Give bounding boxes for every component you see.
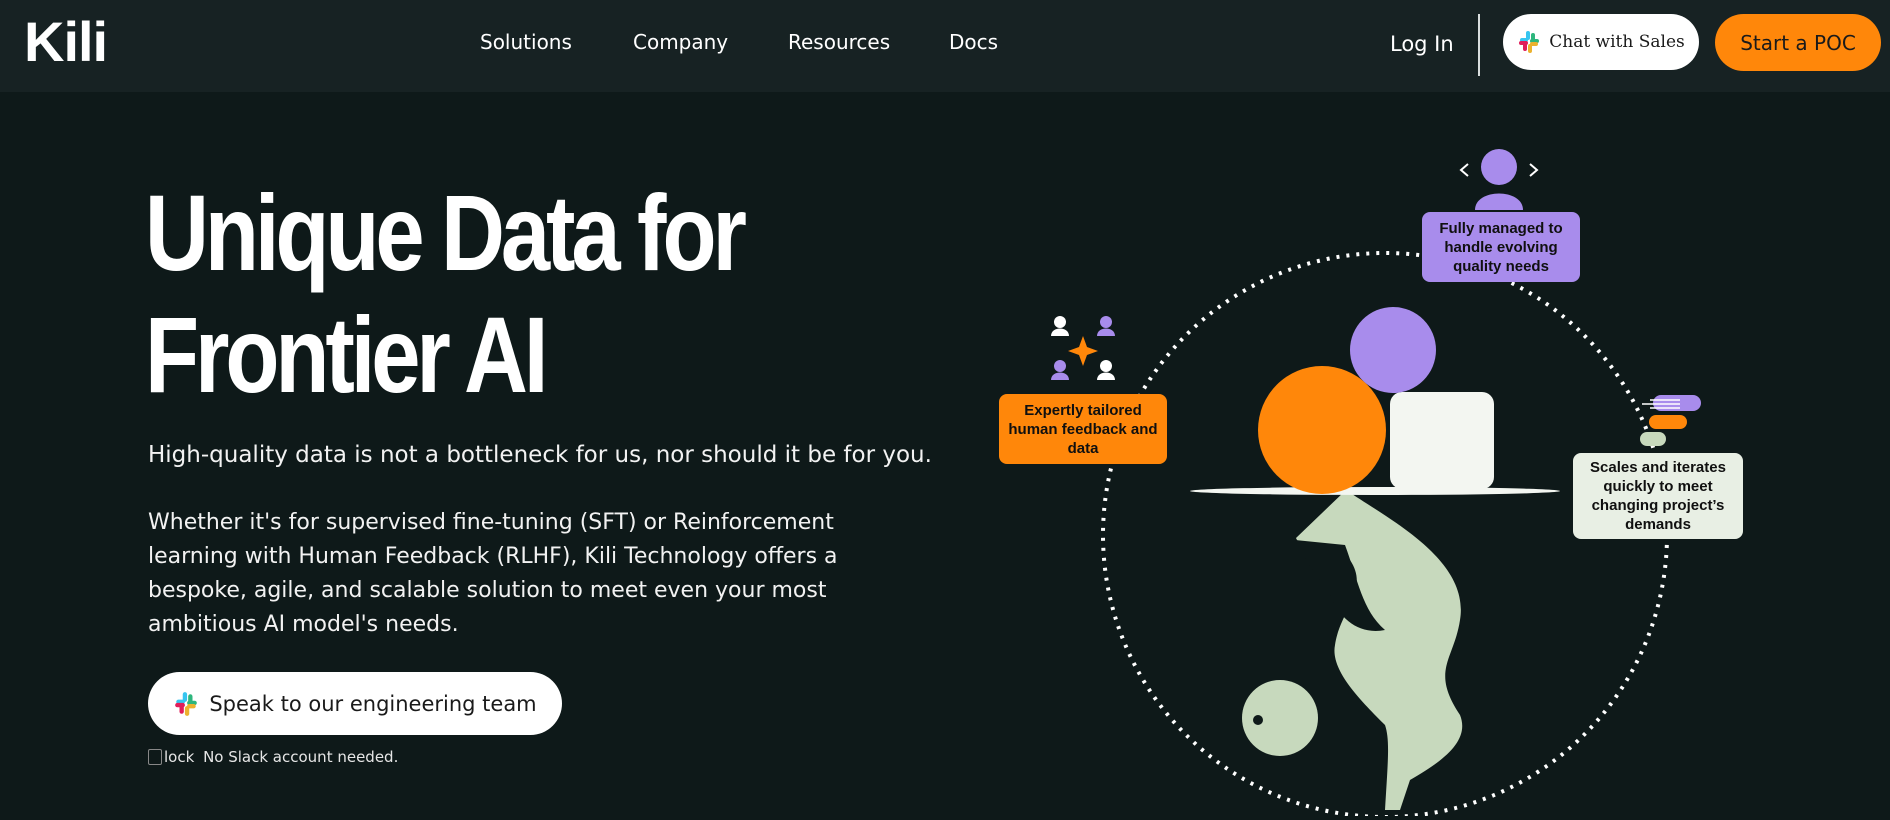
hero-title-line-1: Unique Data for bbox=[145, 172, 747, 293]
chat-with-sales-button[interactable]: Chat with Sales bbox=[1503, 14, 1699, 70]
speak-to-engineering-button[interactable]: Speak to our engineering team bbox=[148, 672, 562, 735]
tray bbox=[1190, 487, 1560, 495]
top-navigation: Kili Solutions Company Resources Docs Lo… bbox=[0, 0, 1890, 92]
start-poc-button[interactable]: Start a POC bbox=[1715, 14, 1881, 71]
offwhite-block bbox=[1390, 392, 1494, 489]
nav-divider bbox=[1478, 14, 1480, 76]
slack-icon bbox=[175, 691, 198, 716]
chat-with-sales-label: Chat with Sales bbox=[1549, 32, 1685, 52]
lock-icon bbox=[148, 749, 162, 765]
person-icon bbox=[1459, 149, 1539, 210]
lock-alt-text: lock bbox=[164, 748, 195, 766]
hero-lead: High-quality data is not a bottleneck fo… bbox=[148, 442, 932, 468]
hero-illustration: Expertly tailored human feedback and dat… bbox=[990, 140, 1780, 820]
kili-logo[interactable]: Kili bbox=[24, 10, 108, 74]
speak-to-engineering-label: Speak to our engineering team bbox=[209, 691, 537, 716]
label-fully-managed: Fully managed to handle evolving quality… bbox=[1422, 212, 1580, 282]
nav-item-company[interactable]: Company bbox=[633, 30, 728, 54]
nav-item-solutions[interactable]: Solutions bbox=[480, 30, 572, 54]
hero-title: Unique Data for Frontier AI bbox=[145, 172, 747, 416]
no-slack-note: lock No Slack account needed. bbox=[148, 748, 398, 766]
label-scales-iterates: Scales and iterates quickly to meet chan… bbox=[1573, 453, 1743, 539]
login-link[interactable]: Log In bbox=[1390, 32, 1454, 56]
purple-circle bbox=[1350, 307, 1436, 393]
label-expertly-tailored: Expertly tailored human feedback and dat… bbox=[999, 394, 1167, 464]
nav-item-docs[interactable]: Docs bbox=[949, 30, 998, 54]
speed-stack-icon bbox=[1640, 395, 1701, 446]
hero-title-line-2: Frontier AI bbox=[145, 294, 548, 415]
sage-figure bbox=[1296, 490, 1463, 810]
team-icon bbox=[1051, 316, 1115, 380]
nav-item-resources[interactable]: Resources bbox=[788, 30, 890, 54]
sage-ball bbox=[1242, 680, 1318, 756]
orange-circle bbox=[1258, 366, 1386, 494]
slack-icon bbox=[1519, 31, 1540, 53]
hero-body: Whether it's for supervised fine-tuning … bbox=[148, 510, 838, 637]
no-slack-note-text: No Slack account needed. bbox=[203, 748, 399, 766]
